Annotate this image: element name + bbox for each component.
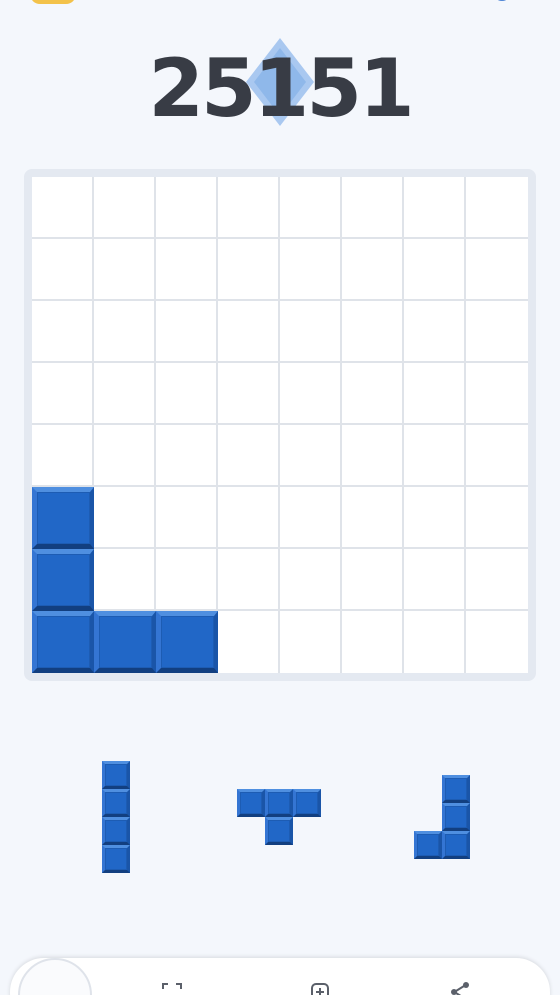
board-cell[interactable] <box>94 363 156 425</box>
scan-icon[interactable] <box>160 980 184 995</box>
piece-block <box>102 789 130 817</box>
board-cell[interactable] <box>466 177 528 239</box>
board-cell[interactable] <box>156 487 218 549</box>
vertical-i4-piece[interactable] <box>102 761 132 876</box>
board-cell[interactable] <box>404 177 466 239</box>
board-cell[interactable] <box>342 611 404 673</box>
game-screen: 25151 <box>0 0 560 995</box>
gear-icon[interactable] <box>488 0 516 6</box>
board-block[interactable] <box>32 549 94 611</box>
board-cell[interactable] <box>280 301 342 363</box>
piece-block <box>265 817 293 845</box>
board-cell[interactable] <box>156 363 218 425</box>
board-cell[interactable] <box>466 239 528 301</box>
board-cell[interactable] <box>466 301 528 363</box>
t-piece[interactable] <box>237 789 323 847</box>
board-cell[interactable] <box>342 425 404 487</box>
board-cell[interactable] <box>404 549 466 611</box>
board-cell[interactable] <box>404 425 466 487</box>
piece-block <box>293 789 321 817</box>
board-cell[interactable] <box>218 487 280 549</box>
piece-block <box>102 845 130 873</box>
board-block[interactable] <box>156 611 218 673</box>
board-cell[interactable] <box>218 363 280 425</box>
board-cell[interactable] <box>156 177 218 239</box>
piece-block <box>237 789 265 817</box>
board-cell[interactable] <box>94 425 156 487</box>
board-cell[interactable] <box>218 239 280 301</box>
board-cell[interactable] <box>404 487 466 549</box>
board-cell[interactable] <box>94 239 156 301</box>
board-cell[interactable] <box>94 177 156 239</box>
board-cell[interactable] <box>404 611 466 673</box>
score-value: 25151 <box>148 42 414 135</box>
j-piece[interactable] <box>414 775 472 861</box>
piece-block <box>414 831 442 859</box>
piece-block <box>102 761 130 789</box>
board-cell[interactable] <box>466 425 528 487</box>
game-board <box>24 169 536 681</box>
board-cell[interactable] <box>280 239 342 301</box>
piece-block <box>102 817 130 845</box>
board-cell[interactable] <box>280 425 342 487</box>
coin-badge[interactable] <box>30 0 76 4</box>
board-cell[interactable] <box>466 363 528 425</box>
board-cell[interactable] <box>342 549 404 611</box>
board-cell[interactable] <box>94 487 156 549</box>
board-cell[interactable] <box>218 177 280 239</box>
board-cell[interactable] <box>218 301 280 363</box>
add-icon[interactable] <box>308 980 332 995</box>
board-cell[interactable] <box>280 611 342 673</box>
board-cell[interactable] <box>32 177 94 239</box>
board-cell[interactable] <box>466 487 528 549</box>
board-cell[interactable] <box>156 301 218 363</box>
board-cell[interactable] <box>156 425 218 487</box>
board-cell[interactable] <box>156 549 218 611</box>
board-cell[interactable] <box>32 239 94 301</box>
board-cell[interactable] <box>404 301 466 363</box>
board-cell[interactable] <box>32 301 94 363</box>
board-cell[interactable] <box>342 487 404 549</box>
board-cell[interactable] <box>218 611 280 673</box>
board-cell[interactable] <box>466 549 528 611</box>
piece-block <box>442 831 470 859</box>
board-cell[interactable] <box>156 239 218 301</box>
piece-block <box>442 803 470 831</box>
board-cell[interactable] <box>32 425 94 487</box>
board-cell[interactable] <box>280 177 342 239</box>
board-cell[interactable] <box>404 239 466 301</box>
board-cell[interactable] <box>280 549 342 611</box>
board-cell[interactable] <box>280 363 342 425</box>
board-grid[interactable] <box>32 177 528 673</box>
piece-block <box>265 789 293 817</box>
share-icon[interactable] <box>448 980 472 995</box>
board-cell[interactable] <box>218 425 280 487</box>
board-cell[interactable] <box>342 177 404 239</box>
board-cell[interactable] <box>218 549 280 611</box>
board-block[interactable] <box>94 611 156 673</box>
avatar-icon[interactable] <box>18 958 92 995</box>
board-cell[interactable] <box>404 363 466 425</box>
board-cell[interactable] <box>32 363 94 425</box>
bottom-nav-bar <box>10 958 550 995</box>
piece-tray <box>0 730 560 910</box>
board-cell[interactable] <box>342 301 404 363</box>
board-cell[interactable] <box>342 363 404 425</box>
board-cell[interactable] <box>466 611 528 673</box>
piece-block <box>442 775 470 803</box>
board-cell[interactable] <box>342 239 404 301</box>
board-block[interactable] <box>32 487 94 549</box>
board-cell[interactable] <box>280 487 342 549</box>
board-block[interactable] <box>32 611 94 673</box>
board-cell[interactable] <box>94 549 156 611</box>
board-cell[interactable] <box>94 301 156 363</box>
